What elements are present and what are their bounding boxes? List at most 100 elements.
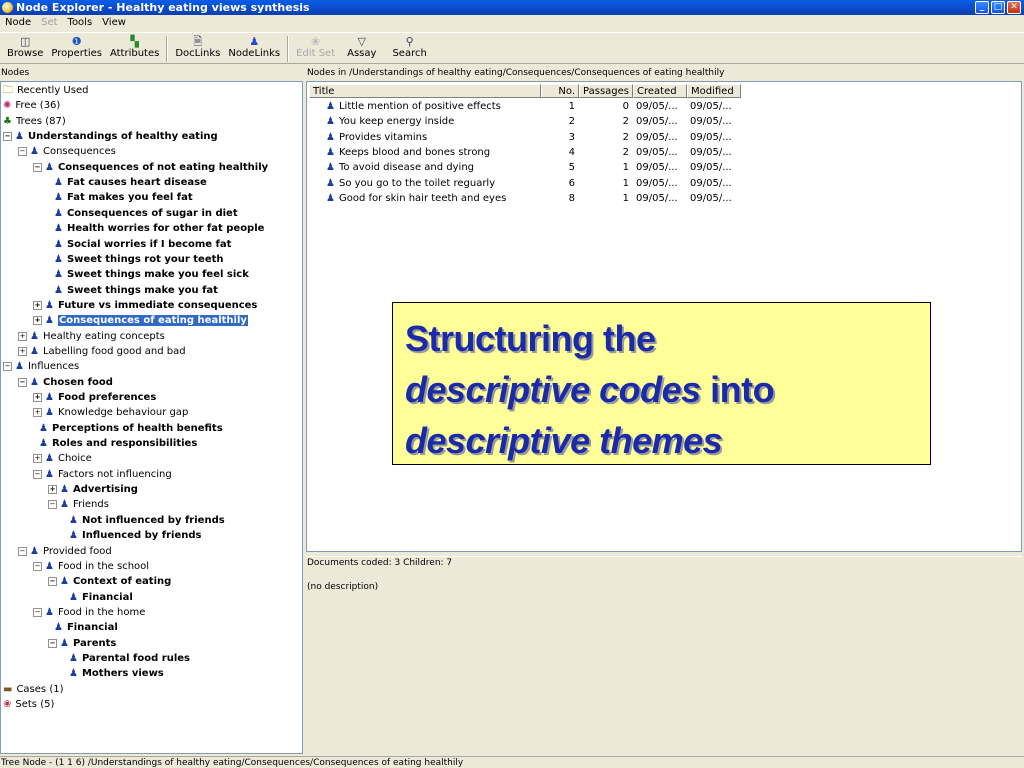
leaf-node-icon: ♟ [69,652,78,664]
tree-item[interactable]: ♟ Financial [54,620,118,635]
attributes-icon: ▚ [130,35,139,48]
menu-node[interactable]: Node [0,15,36,31]
tree-item[interactable]: − ♟ Parents [48,636,116,651]
menu-set[interactable]: Set [36,15,62,31]
tree-item[interactable]: − ♟ Provided food [18,544,112,559]
menu-tools[interactable]: Tools [63,15,98,31]
browse-button[interactable]: ◫ Browse [3,33,47,59]
tree-item[interactable]: + ♟ Choice [33,451,92,466]
tree-item[interactable]: ♟ Fat makes you feel fat [54,190,193,205]
tree-item-label: Healthy eating concepts [42,330,165,342]
assay-button[interactable]: ▽ Assay [339,33,384,59]
maximize-button[interactable]: □ [991,1,1005,14]
collapse-toggle[interactable]: − [18,546,27,556]
tree-item[interactable]: ♟ Influenced by friends [69,528,201,543]
col-no[interactable]: No. [541,84,579,98]
tree-item[interactable]: ▬ Cases (1) [3,682,63,697]
tree-item[interactable]: ✺ Free (36) [3,98,60,113]
minimize-button[interactable]: _ [975,1,989,14]
collapse-toggle[interactable]: − [48,638,57,648]
expand-toggle[interactable]: + [33,454,42,464]
tree-item-label: Friends [72,499,109,511]
collapse-toggle[interactable]: − [18,377,27,387]
tree-item[interactable]: + ♟ Healthy eating concepts [18,329,165,344]
tree-item[interactable]: − ♟ Factors not influencing [33,467,172,482]
expand-toggle[interactable]: + [33,300,42,310]
collapse-toggle[interactable]: − [3,132,12,142]
leaf-node-icon: ♟ [54,223,63,235]
expand-toggle[interactable]: + [18,331,27,341]
collapse-toggle[interactable]: − [48,577,57,587]
expand-toggle[interactable]: + [48,485,57,495]
col-passages[interactable]: Passages [579,84,633,98]
tree-item[interactable]: ♟ Sweet things make you fat [54,283,218,298]
close-button[interactable]: ✕ [1007,1,1021,14]
tree-item[interactable]: + ♟ Knowledge behaviour gap [33,405,188,420]
attributes-button[interactable]: ▚ Attributes [106,33,163,59]
table-row[interactable]: ♟ You keep energy inside 2 2 09/05/... 09/05/… [309,114,741,129]
cell-modified: 09/05/... [690,177,732,189]
tree-item[interactable]: − ♟ Food in the school [33,559,149,574]
tree-item[interactable]: ♟ Financial [69,590,133,605]
col-modified[interactable]: Modified [687,84,741,98]
table-row[interactable]: ♟ Good for skin hair teeth and eyes 8 1 09/0… [309,191,741,206]
tree-item[interactable]: ♟ Health worries for other fat people [54,221,264,236]
tree-item[interactable]: − ♟ Food in the home [33,605,145,620]
tree-item[interactable]: ♟ Sweet things rot your teeth [54,252,224,267]
tree-item[interactable]: − ♟ Influences [3,359,79,374]
tree-item[interactable]: ❀ Sets (5) [3,697,54,712]
collapse-toggle[interactable]: − [33,561,42,571]
tree-item[interactable]: ♣ Trees (87) [3,114,66,129]
table-row[interactable]: ♟ Keeps blood and bones strong 4 2 09/05/...… [309,145,741,160]
leaf-node-icon: ♟ [54,284,63,296]
collapse-toggle[interactable]: − [33,162,42,172]
menu-view[interactable]: View [97,15,131,31]
table-row[interactable]: ♟ To avoid disease and dying 5 1 09/05/... 09… [309,160,741,175]
tree-item[interactable]: + ♟ Advertising [48,482,138,497]
collapse-toggle[interactable]: − [48,500,57,510]
tree-item[interactable]: − ♟ Context of eating [48,574,171,589]
edit-set-button[interactable]: ❀ Edit Set [292,33,339,59]
expand-toggle[interactable]: + [18,346,27,356]
expand-toggle[interactable]: + [33,316,42,326]
tree-item[interactable]: ♟ Consequences of sugar in diet [54,206,238,221]
tree-item[interactable]: 🗀 Recently Used [3,83,88,98]
tree-item[interactable]: + ♟ Consequences of eating healthily [33,313,248,328]
leaf-node-icon: ♟ [326,101,335,112]
tree-item[interactable]: ♟ Parental food rules [69,651,190,666]
tree-item[interactable]: + ♟ Labelling food good and bad [18,344,186,359]
tree-item[interactable]: − ♟ Consequences of not eating healthily [33,160,268,175]
nodelinks-button[interactable]: ♟ NodeLinks [224,33,284,59]
table-row[interactable]: ♟ Provides vitamins 3 2 09/05/... 09/05/... [309,130,741,145]
tree-item[interactable]: ♟ Fat causes heart disease [54,175,207,190]
collapse-toggle[interactable]: − [3,362,12,372]
search-button[interactable]: ⚲ Search [384,33,430,59]
tree-item[interactable]: − ♟ Chosen food [18,375,113,390]
tree-item[interactable]: ♟ Mothers views [69,666,164,681]
tree-item[interactable]: ♟ Sweet things make you feel sick [54,267,249,282]
tree-item[interactable]: + ♟ Food preferences [33,390,156,405]
collapse-toggle[interactable]: − [33,607,42,617]
tree-item[interactable]: ♟ Perceptions of health benefits [39,421,223,436]
expand-toggle[interactable]: + [33,393,42,402]
table-row[interactable]: ♟ So you go to the toilet reguarly 6 1 09/05… [309,176,741,191]
tree-item[interactable]: ♟ Social worries if I become fat [54,237,231,252]
collapse-toggle[interactable]: − [18,147,27,157]
tree-item[interactable]: − ♟ Friends [48,497,109,512]
col-title[interactable]: Title [309,84,541,98]
tree-item[interactable]: + ♟ Future vs immediate consequences [33,298,257,313]
table-row[interactable]: ♟ Little mention of positive effects 1 0 09/… [309,99,741,114]
tree-item[interactable]: − ♟ Consequences [18,144,116,159]
doclinks-button[interactable]: 🗎 DocLinks [171,33,224,59]
tree-node-icon: ♟ [60,484,69,496]
properties-button[interactable]: ❶ Properties [47,33,106,59]
col-created[interactable]: Created [633,84,687,98]
tree-node-icon: ♟ [45,392,54,403]
collapse-toggle[interactable]: − [33,469,42,479]
leaf-node-icon: ♟ [69,591,78,603]
tree-item[interactable]: − ♟ Understandings of healthy eating [3,129,218,144]
node-tree[interactable]: 🗀 Recently Used ✺ Free (36) ♣ Trees (87) − ♟ Und… [0,81,303,754]
tree-item[interactable]: ♟ Roles and responsibilities [39,436,197,451]
tree-item[interactable]: ♟ Not influenced by friends [69,513,225,528]
expand-toggle[interactable]: + [33,408,42,418]
